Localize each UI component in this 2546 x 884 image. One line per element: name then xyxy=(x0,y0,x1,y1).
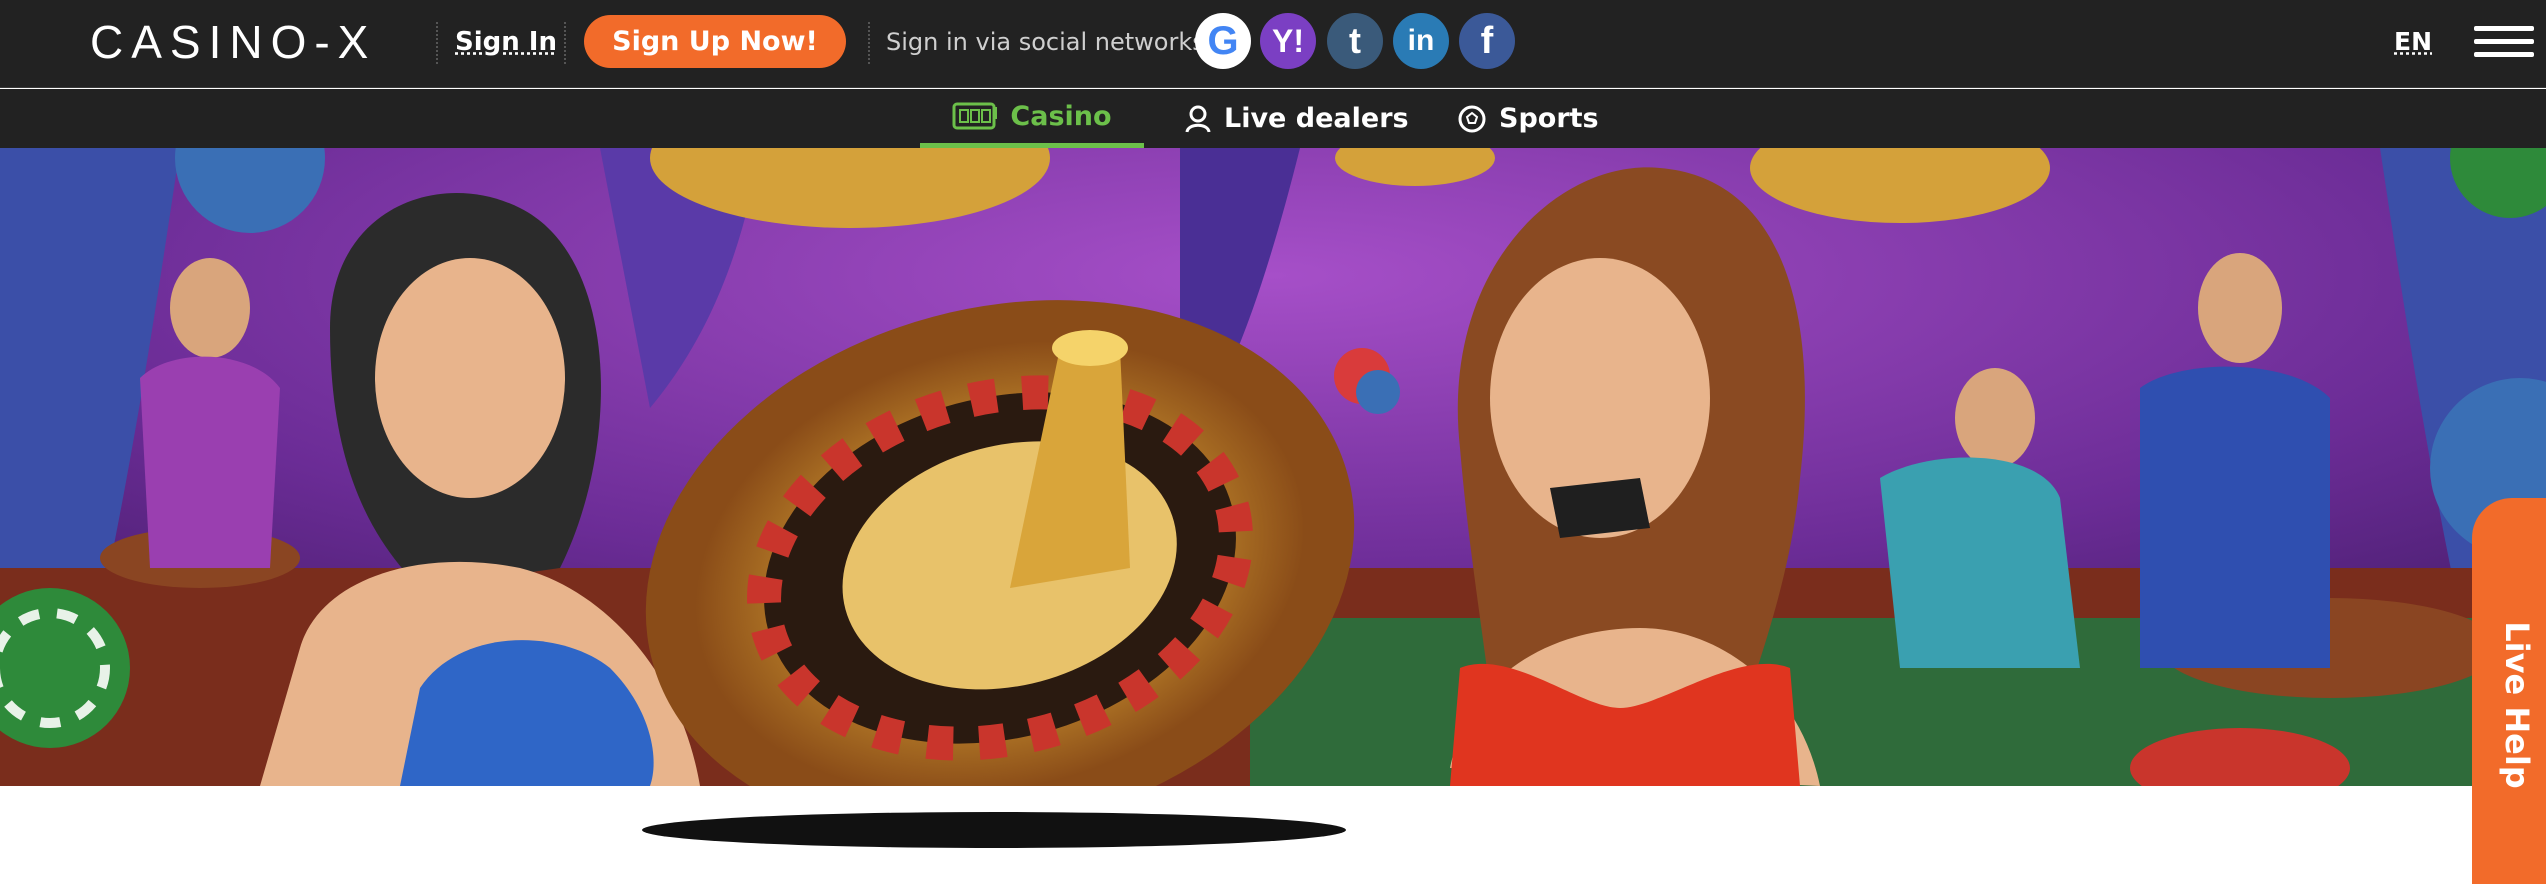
tumblr-icon: t xyxy=(1349,20,1361,61)
yahoo-signin-icon[interactable]: Y! xyxy=(1260,13,1316,69)
divider xyxy=(436,22,438,64)
slot-machine-icon xyxy=(952,101,998,131)
hero-banner xyxy=(0,148,2546,786)
tab-sports[interactable]: Sports xyxy=(1457,89,1599,148)
top-bar: CASINO-X Sign In Sign Up Now! Sign in vi… xyxy=(0,0,2546,88)
soccer-ball-icon xyxy=(1457,104,1487,134)
dealer-icon xyxy=(1184,104,1212,134)
facebook-signin-icon[interactable]: f xyxy=(1459,13,1515,69)
sign-in-link[interactable]: Sign In xyxy=(455,25,557,59)
main-nav: Casino Live dealers Sports xyxy=(0,89,2546,148)
tab-casino-label: Casino xyxy=(1010,100,1112,132)
yahoo-icon: Y! xyxy=(1272,22,1304,59)
language-selector[interactable]: EN xyxy=(2394,26,2432,58)
tab-live-dealers[interactable]: Live dealers xyxy=(1184,89,1409,148)
live-help-label[interactable]: Live Help xyxy=(2492,620,2542,790)
tumblr-signin-icon[interactable]: t xyxy=(1327,13,1383,69)
facebook-icon: f xyxy=(1480,19,1494,62)
live-help-label-wrap: Live Help xyxy=(2492,620,2542,790)
divider xyxy=(564,22,566,64)
linkedin-icon: in xyxy=(1407,24,1435,57)
linkedin-signin-icon[interactable]: in xyxy=(1393,13,1449,69)
google-icon: G xyxy=(1207,18,1239,63)
divider xyxy=(868,22,870,64)
sign-up-button[interactable]: Sign Up Now! xyxy=(584,15,846,68)
casino-illustration xyxy=(0,148,2546,786)
wheel-shadow xyxy=(642,812,1346,848)
menu-icon[interactable] xyxy=(2474,26,2534,58)
tab-sports-label: Sports xyxy=(1499,103,1599,134)
tab-casino[interactable]: Casino xyxy=(920,89,1144,148)
casino-x-logo[interactable]: CASINO-X xyxy=(90,14,376,70)
social-signin-label: Sign in via social networks: xyxy=(886,28,1213,56)
google-signin-icon[interactable]: G xyxy=(1195,13,1251,69)
tab-live-dealers-label: Live dealers xyxy=(1224,103,1409,134)
